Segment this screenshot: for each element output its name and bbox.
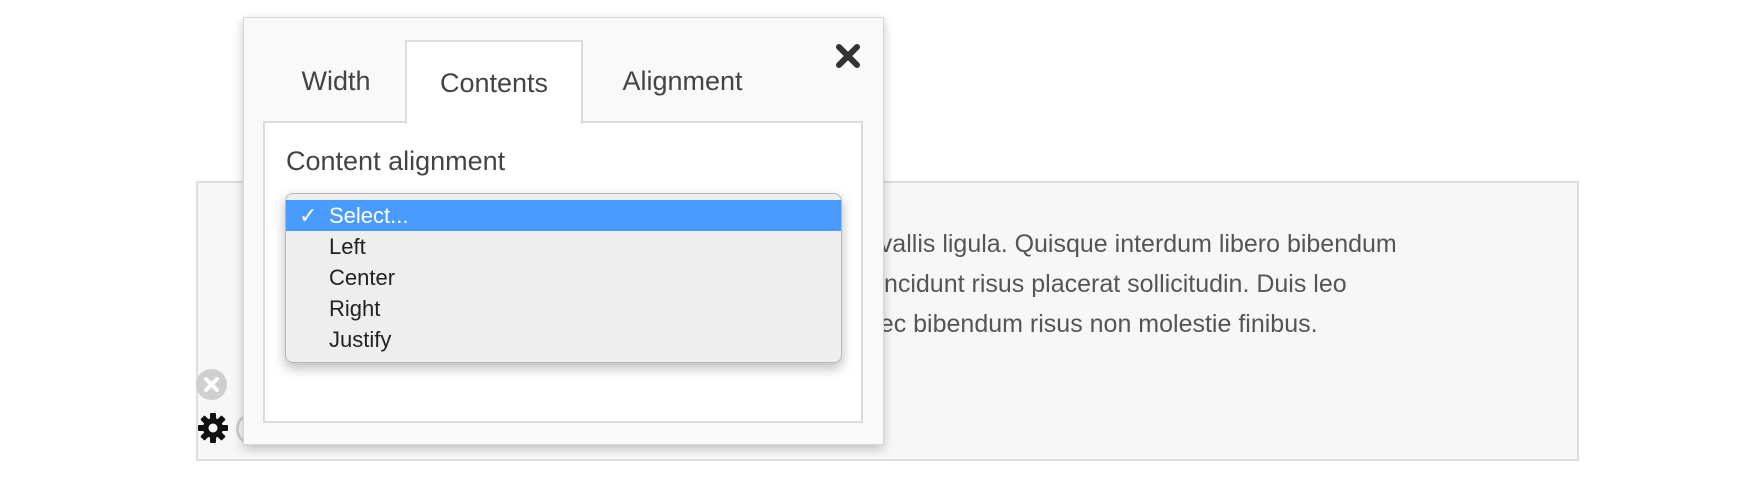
tab-contents-label: Contents <box>439 67 549 98</box>
remove-x-glyph <box>204 377 219 392</box>
content-alignment-dropdown[interactable]: ✓ Select... Left Center Right Justify <box>285 193 842 363</box>
dropdown-option-justify[interactable]: Justify <box>286 324 841 355</box>
dropdown-option-select[interactable]: ✓ Select... <box>286 200 841 231</box>
remove-icon[interactable] <box>196 369 227 400</box>
dropdown-option-label: Right <box>329 296 381 321</box>
tab-alignment[interactable]: Alignment <box>595 40 770 122</box>
content-alignment-label: Content alignment <box>286 146 506 176</box>
dropdown-option-left[interactable]: Left <box>286 231 841 262</box>
tab-width[interactable]: Width <box>270 40 402 122</box>
tab-contents[interactable]: Contents <box>405 40 583 124</box>
check-icon: ✓ <box>299 203 318 228</box>
dropdown-option-label: Justify <box>329 327 392 352</box>
dropdown-option-label: Select... <box>329 203 409 228</box>
tab-width-label: Width <box>301 65 371 96</box>
dropdown-option-center[interactable]: Center <box>286 262 841 293</box>
dropdown-option-right[interactable]: Right <box>286 293 841 324</box>
dropdown-option-label: Center <box>329 265 396 290</box>
dropdown-option-label: Left <box>329 234 366 259</box>
gear-icon[interactable] <box>196 411 230 445</box>
content-text: onvallis ligula. Quisque interdum libero… <box>852 230 1397 338</box>
tab-alignment-label: Alignment <box>622 65 743 96</box>
close-icon[interactable] <box>834 42 862 70</box>
